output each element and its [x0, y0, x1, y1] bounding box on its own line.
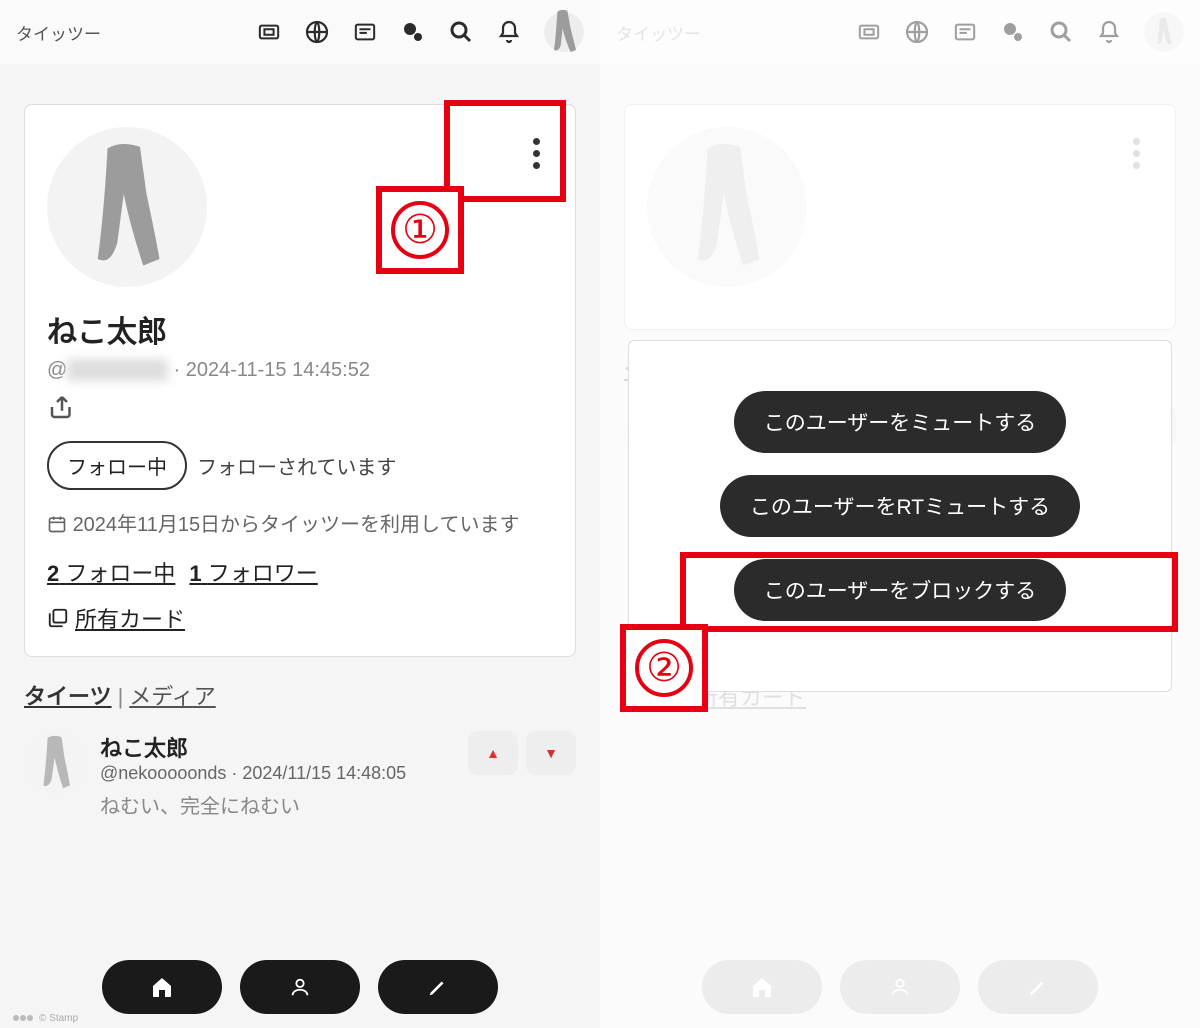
ticket-icon[interactable] — [256, 19, 282, 45]
joined-line: 2024年11月15日からタイッツーを利用しています — [47, 510, 553, 540]
post-avatar[interactable] — [24, 731, 88, 795]
bell-icon[interactable] — [1096, 19, 1122, 45]
upvote-button[interactable]: ▲ — [468, 731, 518, 775]
service-name: タイッツー — [16, 20, 101, 45]
post-text: ねむい、完全にねむい — [100, 790, 456, 819]
share-icon[interactable] — [47, 392, 553, 427]
post-meta: @nekooooonds · 2024/11/15 14:48:05 — [100, 763, 456, 784]
profile-card: ねこ太郎 @■■■■■■■■ · 2024-11-15 14:45:52 フォロ… — [24, 104, 576, 657]
compose-icon[interactable] — [1144, 12, 1184, 52]
handle-and-date: @■■■■■■■■ · 2024-11-15 14:45:52 — [47, 359, 553, 382]
post-author[interactable]: ねこ太郎 — [100, 731, 456, 763]
vote-buttons: ▲ ▼ — [468, 731, 576, 819]
follow-counts: 2 フォロー中 1 フォロワー — [47, 556, 553, 588]
avatar[interactable] — [647, 127, 807, 287]
game-icon[interactable] — [400, 19, 426, 45]
downvote-button[interactable]: ▼ — [526, 731, 576, 775]
tab-media[interactable]: メディア — [129, 684, 215, 709]
annotation-label-2: ② — [620, 624, 708, 712]
nav-profile-button[interactable] — [240, 960, 360, 1014]
more-options-button[interactable] — [1125, 135, 1147, 171]
bottom-nav — [600, 960, 1200, 1014]
bottom-nav — [0, 960, 600, 1014]
footer-stamp: © Stamp — [10, 1012, 78, 1024]
header-icon-row — [856, 12, 1184, 52]
nav-home-button[interactable] — [702, 960, 822, 1014]
mute-user-button[interactable]: このユーザーをミュートする — [734, 391, 1067, 453]
globe-icon[interactable] — [304, 19, 330, 45]
news-icon[interactable] — [352, 19, 378, 45]
nav-profile-button[interactable] — [840, 960, 960, 1014]
profile-card — [624, 104, 1176, 330]
post-body: ねこ太郎 @nekooooonds · 2024/11/15 14:48:05 … — [100, 731, 456, 819]
nav-home-button[interactable] — [102, 960, 222, 1014]
header-icon-row — [256, 12, 584, 52]
followed-by-label: フォローされています — [197, 451, 396, 480]
more-options-button[interactable] — [525, 135, 547, 171]
globe-icon[interactable] — [904, 19, 930, 45]
user-actions-menu: このユーザーをミュートする このユーザーをRTミュートする このユーザーをブロッ… — [628, 340, 1172, 692]
follow-status-row: フォロー中 フォローされています — [47, 441, 553, 490]
game-icon[interactable] — [1000, 19, 1026, 45]
header: タイッツー — [600, 0, 1200, 64]
news-icon[interactable] — [952, 19, 978, 45]
header: タイッツー — [0, 0, 600, 64]
followers-link[interactable]: 1 フォロワー — [189, 556, 317, 588]
search-icon[interactable] — [448, 19, 474, 45]
panel-step-2: タイッツー タイーツ|メディア ねこ太郎 @nekooooond — [600, 0, 1200, 1028]
annotation-label-1: ① — [376, 186, 464, 274]
profile-tabs: タイーツ|メディア — [24, 679, 576, 711]
tab-tights[interactable]: タイーツ — [24, 684, 112, 709]
post-item[interactable]: ねこ太郎 @nekooooonds · 2024/11/15 14:48:05 … — [12, 721, 588, 829]
following-link[interactable]: 2 フォロー中 — [47, 556, 175, 588]
rt-mute-user-button[interactable]: このユーザーをRTミュートする — [720, 475, 1080, 537]
nav-compose-button[interactable] — [978, 960, 1098, 1014]
compose-icon[interactable] — [544, 12, 584, 52]
ticket-icon[interactable] — [856, 19, 882, 45]
avatar[interactable] — [47, 127, 207, 287]
block-user-button[interactable]: このユーザーをブロックする — [734, 559, 1067, 621]
bell-icon[interactable] — [496, 19, 522, 45]
service-name: タイッツー — [616, 20, 701, 45]
owned-cards-link[interactable]: 所有カード — [47, 602, 553, 634]
search-icon[interactable] — [1048, 19, 1074, 45]
following-button[interactable]: フォロー中 — [47, 441, 187, 490]
nav-compose-button[interactable] — [378, 960, 498, 1014]
panel-step-1: タイッツー ねこ太郎 @■■■■■■■■ · 2024-11-15 14:45:… — [0, 0, 600, 1028]
display-name: ねこ太郎 — [47, 307, 553, 351]
